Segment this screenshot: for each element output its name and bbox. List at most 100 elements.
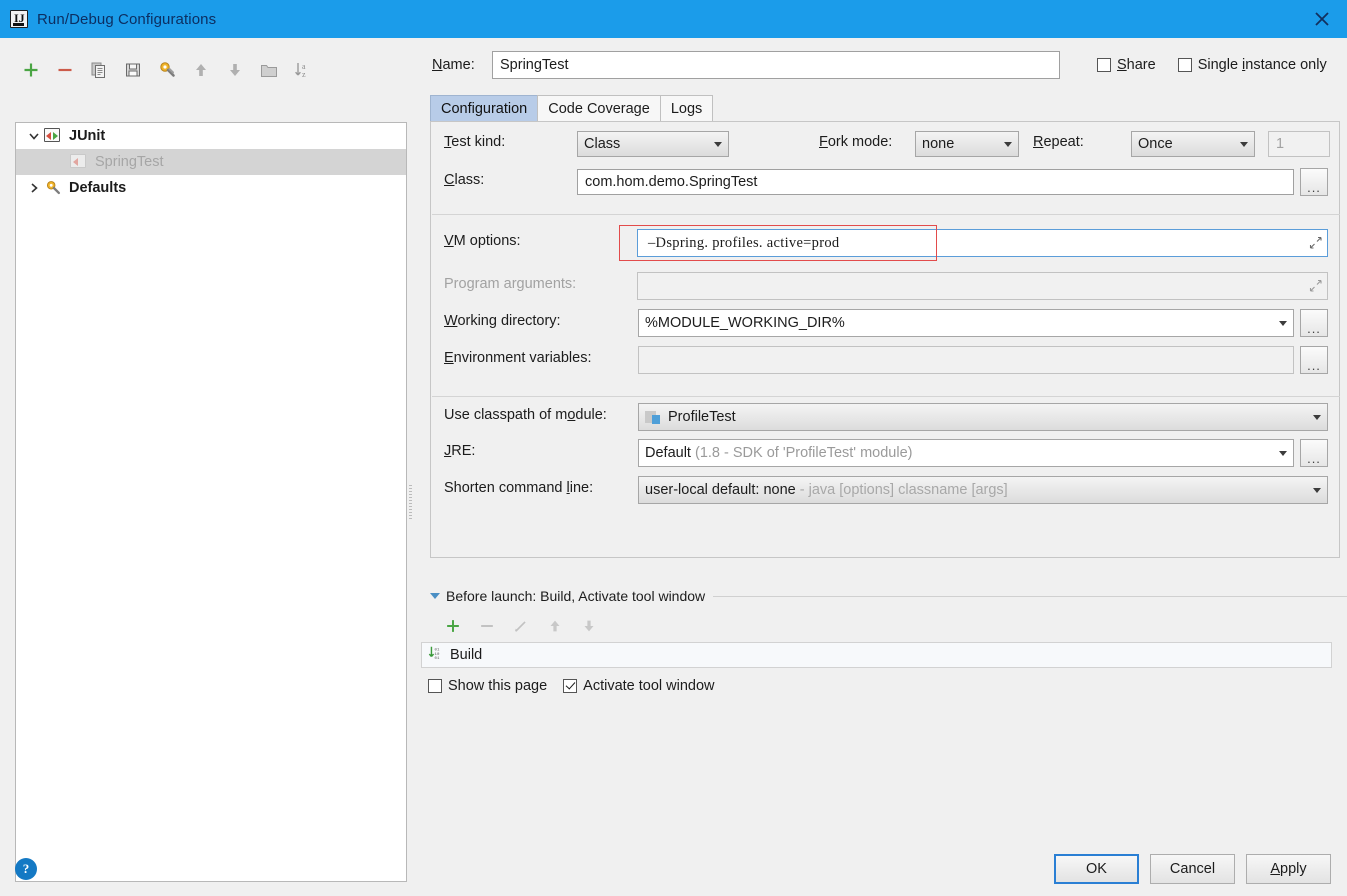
triangle-down-icon[interactable] xyxy=(430,593,440,599)
move-up-button[interactable] xyxy=(184,54,218,86)
program-arguments-label-wrap: Program arguments: xyxy=(444,276,576,292)
classpath-module-value: ProfileTest xyxy=(668,409,736,425)
working-directory-combo[interactable]: %MODULE_WORKING_DIR% xyxy=(638,309,1294,337)
test-kind-combo[interactable]: Class xyxy=(577,131,729,157)
wrench-icon xyxy=(44,179,62,197)
class-browse-button[interactable]: ... xyxy=(1300,168,1328,196)
remove-configuration-button[interactable] xyxy=(48,54,82,86)
before-launch-title: Before launch: Build, Activate tool wind… xyxy=(446,588,706,604)
class-value: com.hom.demo.SpringTest xyxy=(585,174,758,190)
chevron-down-icon xyxy=(1279,320,1287,326)
single-instance-checkbox[interactable]: Single instance only xyxy=(1177,57,1327,73)
create-folder-button[interactable] xyxy=(252,54,286,86)
activate-tool-window-checkbox[interactable]: Activate tool window xyxy=(563,678,715,694)
tree-node-junit[interactable]: JUnit xyxy=(16,123,406,149)
chevron-right-icon[interactable] xyxy=(24,178,44,198)
shorten-command-line-hint: - java [options] classname [args] xyxy=(799,482,1008,498)
name-row: Name: Share Single instance only xyxy=(432,50,1347,80)
jre-hint: (1.8 - SDK of 'ProfileTest' module) xyxy=(694,445,913,461)
tab-bar: Configuration Code Coverage Logs xyxy=(430,94,1347,122)
edit-defaults-button[interactable] xyxy=(150,54,184,86)
before-launch-move-down-button[interactable] xyxy=(572,613,606,639)
ellipsis-icon: ... xyxy=(1307,180,1321,195)
repeat-combo[interactable]: Once xyxy=(1131,131,1255,157)
save-configuration-button[interactable] xyxy=(116,54,150,86)
activate-tool-window-label: Activate tool window xyxy=(583,678,715,694)
show-this-page-checkbox[interactable]: Show this page xyxy=(428,678,547,694)
fork-mode-value: none xyxy=(922,136,955,152)
classpath-module-label-wrap: Use classpath of module: xyxy=(444,407,607,423)
before-launch-list[interactable]: 01 10 01 Build xyxy=(421,642,1332,668)
tab-configuration[interactable]: Configuration xyxy=(430,95,539,122)
jre-label: JRE: xyxy=(444,443,476,459)
before-launch-move-up-button[interactable] xyxy=(538,613,572,639)
vm-options-label: VM options: xyxy=(444,233,521,249)
repeat-count-input[interactable]: 1 xyxy=(1268,131,1330,157)
jre-browse-button[interactable]: ... xyxy=(1300,439,1328,467)
tab-code-coverage[interactable]: Code Coverage xyxy=(537,95,661,122)
before-launch-remove-button[interactable] xyxy=(470,613,504,639)
chevron-down-icon xyxy=(1004,141,1012,147)
configurations-tree[interactable]: JUnit SpringTest Defaults xyxy=(15,122,407,882)
test-kind-label: Test kind: xyxy=(444,134,506,150)
chevron-down-icon xyxy=(1240,141,1248,147)
checkbox-box xyxy=(1177,58,1192,72)
show-this-page-label: Show this page xyxy=(448,678,548,694)
class-input[interactable]: com.hom.demo.SpringTest xyxy=(577,169,1294,195)
ok-button[interactable]: OK xyxy=(1054,854,1139,884)
tree-node-label: JUnit xyxy=(69,128,106,144)
configurations-toolbar: a z xyxy=(14,52,394,88)
jre-combo[interactable]: Default (1.8 - SDK of 'ProfileTest' modu… xyxy=(638,439,1294,467)
sort-az-icon[interactable]: a z xyxy=(286,54,320,86)
divider xyxy=(432,396,1340,397)
add-configuration-button[interactable] xyxy=(14,54,48,86)
apply-button[interactable]: Apply xyxy=(1246,854,1331,884)
window-title: Run/Debug Configurations xyxy=(37,10,217,28)
shorten-command-line-value: user-local default: none xyxy=(645,482,796,498)
ellipsis-icon: ... xyxy=(1307,451,1321,466)
svg-text:01: 01 xyxy=(435,657,440,661)
expand-diagonal-icon[interactable] xyxy=(1308,278,1324,294)
repeat-value: Once xyxy=(1138,136,1173,152)
copy-configuration-button[interactable] xyxy=(82,54,116,86)
before-launch-add-button[interactable] xyxy=(436,613,470,639)
repeat-count-value: 1 xyxy=(1276,136,1285,152)
chevron-down-icon xyxy=(1313,487,1321,493)
jre-label-wrap: JRE: xyxy=(444,443,475,459)
classpath-module-combo[interactable]: ProfileTest xyxy=(638,403,1328,431)
vm-options-label-wrap: VM options: xyxy=(444,233,521,249)
svg-text:01: 01 xyxy=(435,648,440,652)
shorten-command-line-combo[interactable]: user-local default: none - java [options… xyxy=(638,476,1328,504)
ellipsis-icon: ... xyxy=(1307,358,1321,373)
environment-variables-label-wrap: Environment variables: xyxy=(444,350,592,366)
panel-splitter[interactable] xyxy=(404,122,416,882)
cancel-button[interactable]: Cancel xyxy=(1150,854,1235,884)
tree-node-defaults[interactable]: Defaults xyxy=(16,175,406,201)
help-button[interactable]: ? xyxy=(15,858,37,880)
chevron-down-icon xyxy=(1313,414,1321,420)
tree-node-springtest[interactable]: SpringTest xyxy=(16,149,406,175)
chevron-down-icon[interactable] xyxy=(24,126,44,146)
shorten-command-line-label: Shorten command line: xyxy=(444,480,594,496)
tab-logs[interactable]: Logs xyxy=(659,95,714,122)
environment-variables-input[interactable] xyxy=(638,346,1294,374)
program-arguments-input[interactable] xyxy=(637,272,1328,300)
move-down-button[interactable] xyxy=(218,54,252,86)
close-icon[interactable] xyxy=(1297,0,1347,38)
expand-diagonal-icon[interactable] xyxy=(1308,235,1324,251)
before-launch-edit-button[interactable] xyxy=(504,613,538,639)
environment-variables-browse-button[interactable]: ... xyxy=(1300,346,1328,374)
share-checkbox[interactable]: Share xyxy=(1097,57,1156,73)
fork-mode-combo[interactable]: none xyxy=(915,131,1019,157)
shorten-command-line-label-wrap: Shorten command line: xyxy=(444,480,593,496)
working-directory-browse-button[interactable]: ... xyxy=(1300,309,1328,337)
test-kind-value: Class xyxy=(584,136,621,152)
name-input[interactable] xyxy=(492,51,1060,79)
divider xyxy=(432,214,1340,215)
vm-options-input[interactable]: –Dspring. profiles. active=prod xyxy=(637,229,1328,257)
classpath-module-label: Use classpath of module: xyxy=(444,407,607,423)
tree-node-label: SpringTest xyxy=(95,154,164,170)
before-launch-header[interactable]: Before launch: Build, Activate tool wind… xyxy=(430,586,1347,606)
test-kind-label-wrap: Test kind: xyxy=(444,134,505,150)
fork-mode-label-wrap: Fork mode: xyxy=(819,134,892,150)
